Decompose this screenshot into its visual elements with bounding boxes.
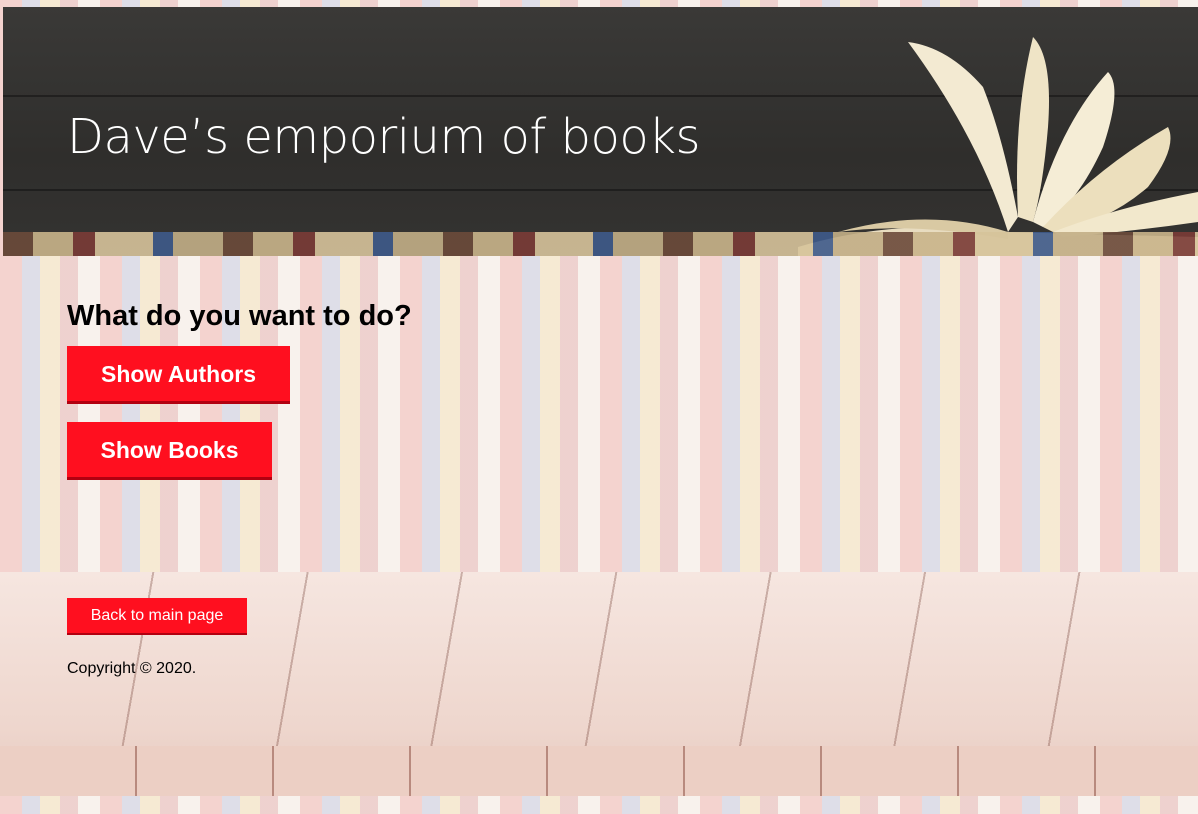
book-spines-row [3,232,1198,256]
back-to-main-page-button[interactable]: Back to main page [67,598,247,635]
header-banner: Dave’s emporium of books [3,7,1198,256]
open-book-image [798,37,1198,256]
copyright-text: Copyright © 2020. [67,660,197,677]
site-title: Dave’s emporium of books [67,109,701,165]
show-authors-button[interactable]: Show Authors [67,346,290,404]
show-books-button[interactable]: Show Books [67,422,272,480]
page-question: What do you want to do? [67,300,412,332]
main-content: What do you want to do? Show Authors Sho… [0,256,1198,572]
wooden-table-edge [0,746,1198,796]
footer: Back to main page Copyright © 2020. [0,572,1198,796]
